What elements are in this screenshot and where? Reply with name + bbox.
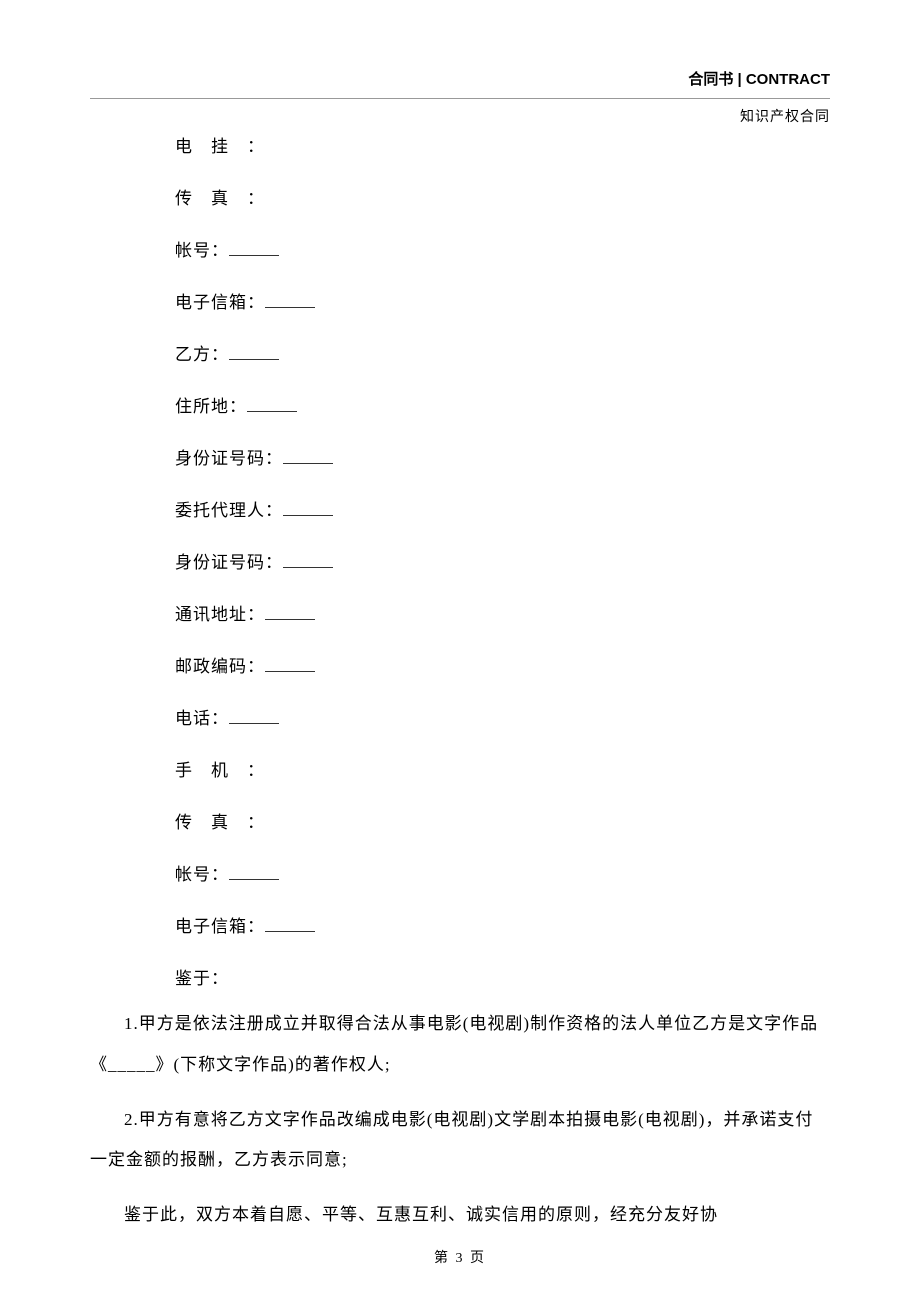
- field-label: 委托代理人：: [175, 501, 283, 520]
- field-line: 住所地：: [175, 390, 820, 424]
- header-title: 合同书 | CONTRACT: [688, 68, 830, 89]
- field-line: 手 机 ：: [175, 754, 820, 788]
- blank-underline: [229, 707, 279, 724]
- field-line: 通讯地址：: [175, 598, 820, 632]
- field-label: 传 真 ：: [175, 813, 265, 832]
- field-label: 身份证号码：: [175, 449, 283, 468]
- blank-underline: [265, 603, 315, 620]
- field-label: 电话：: [175, 709, 229, 728]
- para-2: 2.甲方有意将乙方文字作品改编成电影(电视剧)文学剧本拍摄电影(电视剧)，并承诺…: [90, 1100, 820, 1182]
- header-block: 合同书 | CONTRACT: [688, 68, 830, 89]
- field-label: 传 真 ：: [175, 189, 265, 208]
- field-label: 通讯地址：: [175, 605, 265, 624]
- field-label: 帐号：: [175, 241, 229, 260]
- field-line: 身份证号码：: [175, 442, 820, 476]
- field-line: 乙方：: [175, 338, 820, 372]
- blank-underline: [229, 343, 279, 360]
- document-page: 合同书 | CONTRACT 知识产权合同 电 挂 ： 传 真 ： 帐号： 电子信箱：…: [0, 0, 920, 1301]
- blank-underline: [283, 447, 333, 464]
- fields-container: 电 挂 ： 传 真 ： 帐号： 电子信箱： 乙方： 住所地： 身份证号码： 委托代理人： 身份证…: [175, 130, 820, 944]
- content-area: 电 挂 ： 传 真 ： 帐号： 电子信箱： 乙方： 住所地： 身份证号码： 委托代理人： 身份证…: [90, 130, 830, 1236]
- field-label: 身份证号码：: [175, 553, 283, 572]
- field-line: 传 真 ：: [175, 806, 820, 840]
- para-3: 鉴于此，双方本着自愿、平等、互惠互利、诚实信用的原则，经充分友好协: [90, 1195, 820, 1236]
- field-label: 手 机 ：: [175, 761, 265, 780]
- field-line: 电 挂 ：: [175, 130, 820, 164]
- field-label: 电子信箱：: [175, 917, 265, 936]
- field-line: 电话：: [175, 702, 820, 736]
- field-line: 帐号：: [175, 858, 820, 892]
- field-line: 电子信箱：: [175, 910, 820, 944]
- paragraph-block: 1.甲方是依法注册成立并取得合法从事电影(电视剧)制作资格的法人单位乙方是文字作…: [90, 1004, 820, 1236]
- field-label: 帐号：: [175, 865, 229, 884]
- blank-underline: [229, 863, 279, 880]
- field-line: 帐号：: [175, 234, 820, 268]
- field-label: 乙方：: [175, 345, 229, 364]
- field-label: 邮政编码：: [175, 657, 265, 676]
- field-label: 电子信箱：: [175, 293, 265, 312]
- field-line: 身份证号码：: [175, 546, 820, 580]
- header-subtitle: 知识产权合同: [740, 106, 830, 126]
- jianyu-line: 鉴于：: [175, 962, 820, 996]
- field-label: 电 挂 ：: [175, 137, 265, 156]
- blank-underline: [265, 291, 315, 308]
- blank-underline: [283, 551, 333, 568]
- field-line: 电子信箱：: [175, 286, 820, 320]
- blank-underline: [229, 239, 279, 256]
- field-line: 传 真 ：: [175, 182, 820, 216]
- header-rule: [90, 98, 830, 99]
- blank-underline: [247, 395, 297, 412]
- blank-underline: [265, 915, 315, 932]
- field-label: 住所地：: [175, 397, 247, 416]
- blank-underline: [283, 499, 333, 516]
- page-footer: 第 3 页: [0, 1247, 920, 1267]
- field-line: 委托代理人：: [175, 494, 820, 528]
- para-1: 1.甲方是依法注册成立并取得合法从事电影(电视剧)制作资格的法人单位乙方是文字作…: [90, 1004, 820, 1086]
- blank-underline: [265, 655, 315, 672]
- field-line: 邮政编码：: [175, 650, 820, 684]
